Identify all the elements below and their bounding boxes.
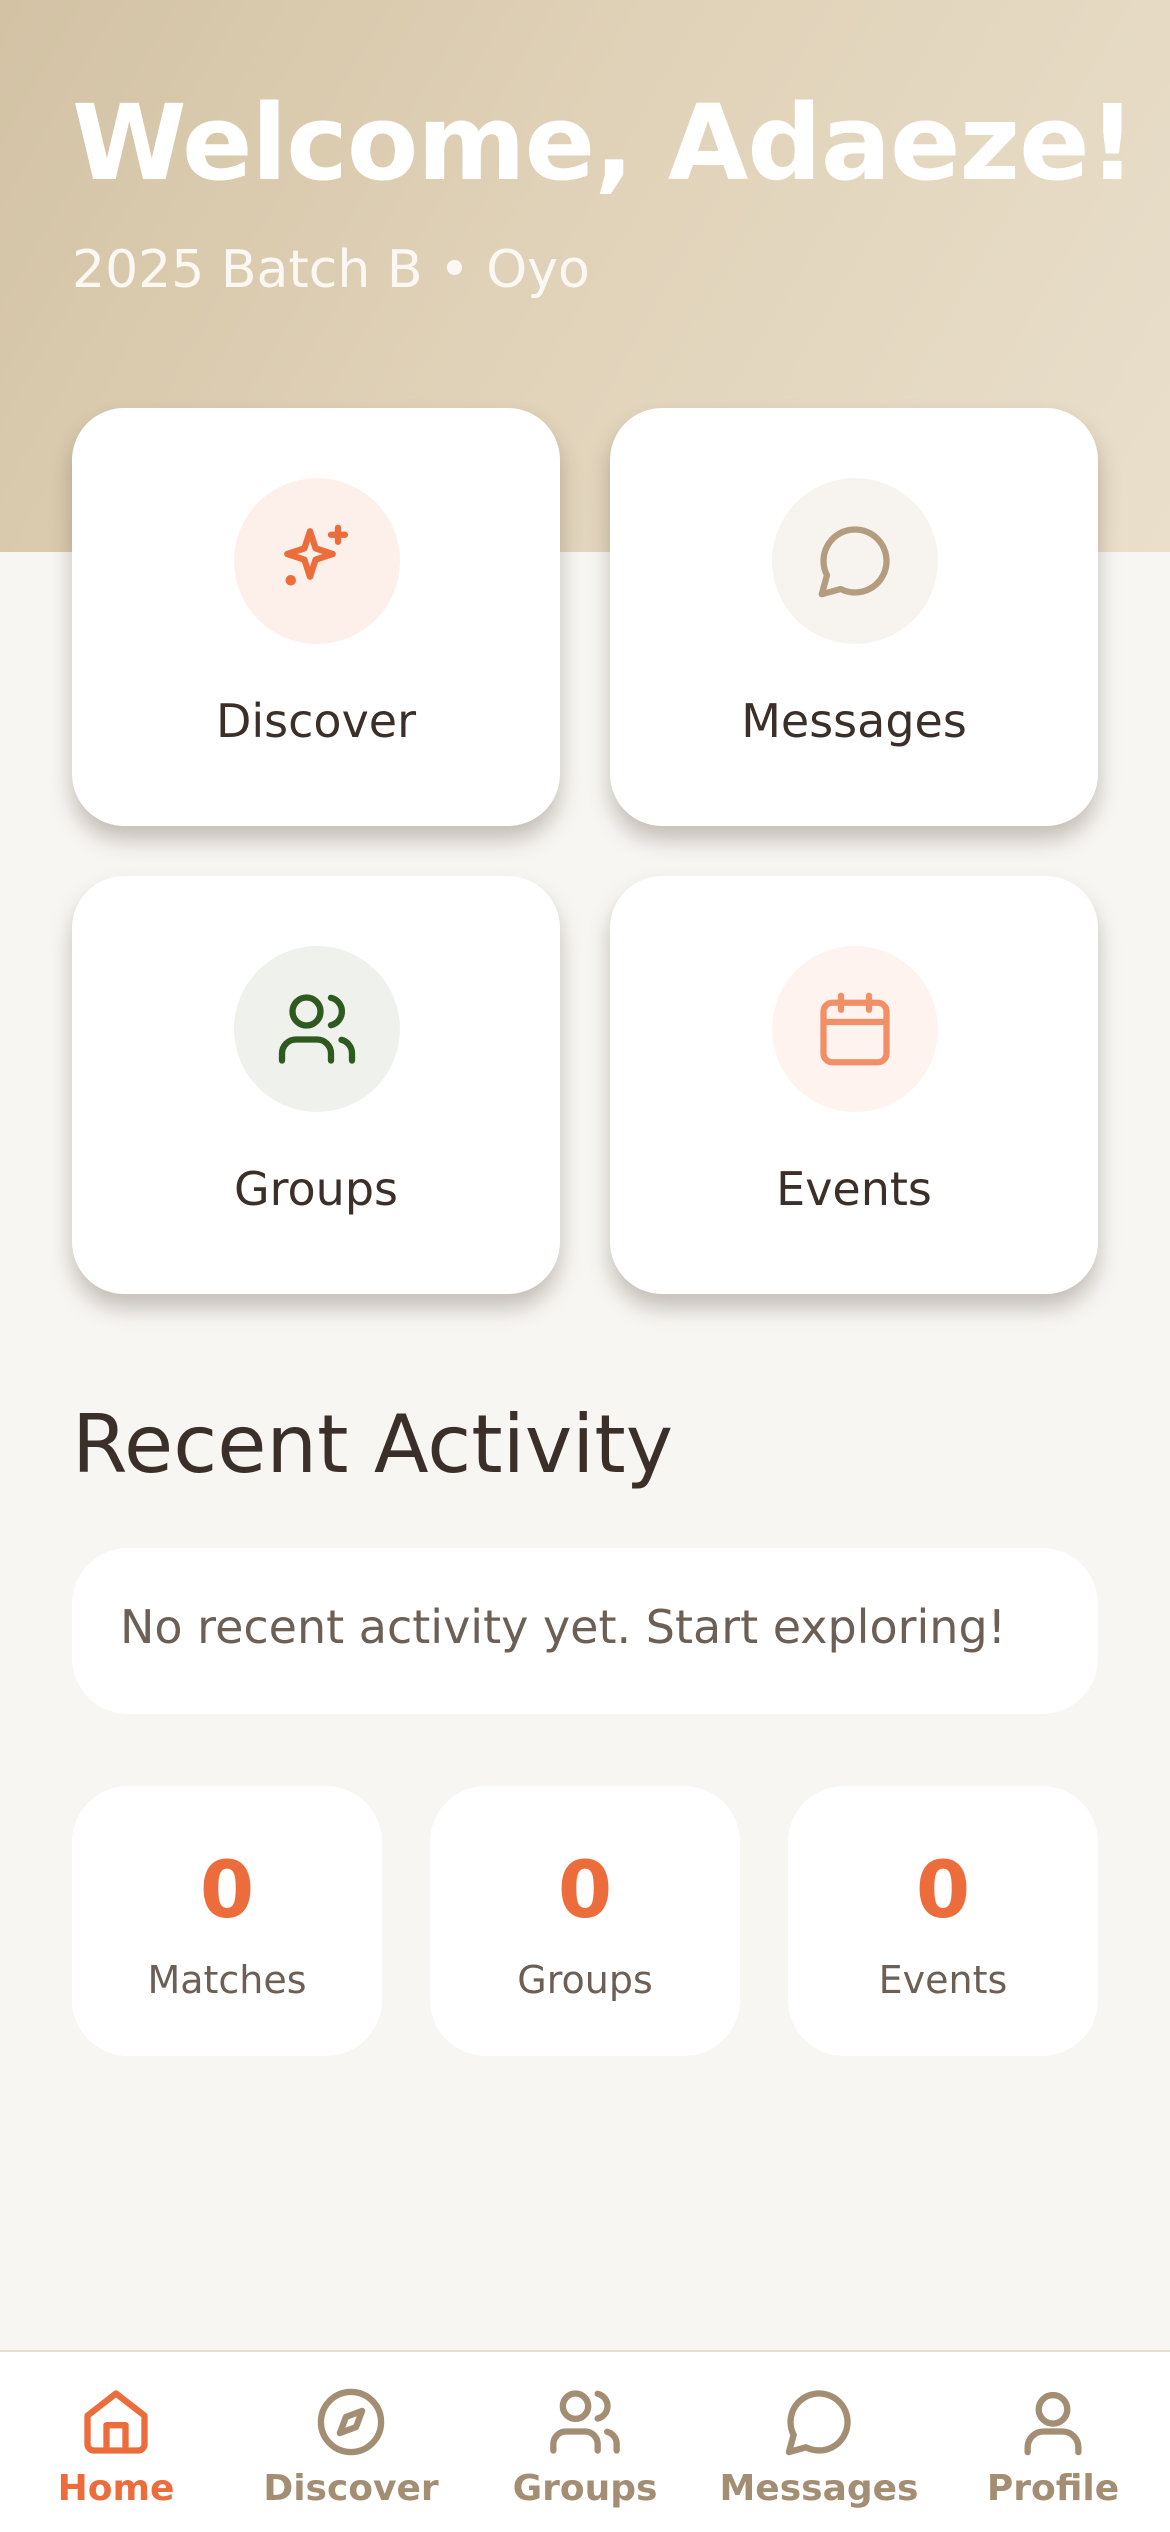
nav-item-home[interactable]: Home — [16, 2384, 216, 2509]
nav-home-label: Home — [57, 2468, 175, 2509]
nav-item-profile[interactable]: Profile — [953, 2384, 1153, 2509]
nav-item-messages[interactable]: Messages — [719, 2384, 919, 2509]
discover-icon-badge — [234, 478, 400, 644]
nav-groups-label: Groups — [512, 2468, 658, 2509]
recent-activity-panel: No recent activity yet. Start exploring! — [72, 1548, 1098, 1714]
users-icon — [550, 2390, 620, 2454]
nav-profile-label: Profile — [986, 2468, 1120, 2509]
matches-count: 0 — [199, 1846, 255, 1936]
events-card-label: Events — [776, 1162, 932, 1216]
events-label: Events — [878, 1958, 1008, 2002]
messages-card[interactable]: Messages — [610, 408, 1098, 826]
groups-icon-badge — [234, 946, 400, 1112]
groups-label: Groups — [517, 1958, 653, 2002]
groups-stat-card: 0 Groups — [430, 1786, 740, 2056]
welcome-title: Welcome, Adaeze! — [72, 82, 1136, 204]
messages-card-label: Messages — [741, 694, 967, 748]
batch-location-subtitle: 2025 Batch B • Oyo — [72, 240, 590, 300]
matches-stat-card: 0 Matches — [72, 1786, 382, 2056]
matches-label: Matches — [147, 1958, 307, 2002]
recent-activity-title: Recent Activity — [72, 1398, 674, 1491]
nav-messages-label: Messages — [719, 2468, 919, 2509]
groups-card[interactable]: Groups — [72, 876, 560, 1294]
events-stat-card: 0 Events — [788, 1786, 1098, 2056]
calendar-icon — [820, 992, 890, 1066]
chat-bubble-icon — [785, 2390, 851, 2456]
nav-item-groups[interactable]: Groups — [485, 2384, 685, 2509]
recent-activity-empty-text: No recent activity yet. Start exploring! — [120, 1600, 1007, 1654]
discover-card-label: Discover — [215, 694, 417, 748]
sparkles-icon — [284, 524, 349, 586]
discover-card[interactable]: Discover — [72, 408, 560, 826]
home-icon — [84, 2390, 148, 2454]
chat-bubble-icon — [818, 526, 890, 598]
events-icon-badge — [772, 946, 938, 1112]
events-count: 0 — [915, 1846, 971, 1936]
groups-count: 0 — [557, 1846, 613, 1936]
user-icon — [1024, 2391, 1082, 2456]
messages-icon-badge — [772, 478, 938, 644]
users-icon — [278, 994, 356, 1064]
events-card[interactable]: Events — [610, 876, 1098, 1294]
nav-item-discover[interactable]: Discover — [251, 2384, 451, 2509]
nav-discover-label: Discover — [263, 2468, 439, 2509]
groups-card-label: Groups — [233, 1162, 398, 1216]
compass-icon — [317, 2388, 385, 2456]
bottom-nav-bar: Home Discover Groups Messages Profile — [0, 2350, 1170, 2532]
